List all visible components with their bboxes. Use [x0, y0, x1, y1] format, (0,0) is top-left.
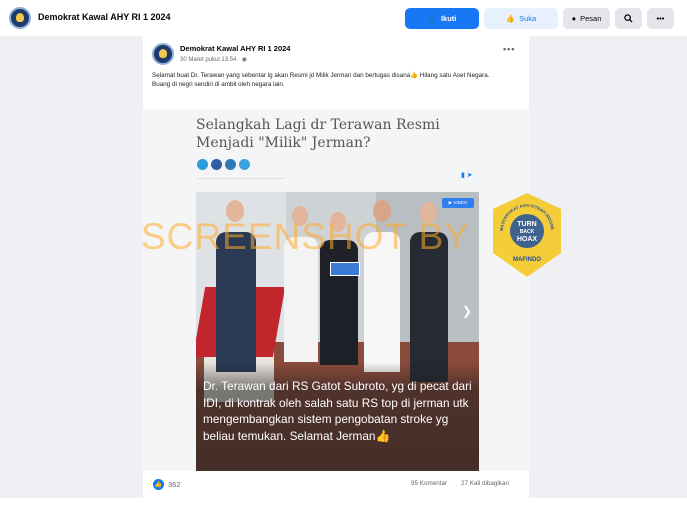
- article-share-icons: [197, 159, 250, 170]
- like-reaction-icon: 👍: [153, 479, 164, 490]
- search-button[interactable]: [615, 8, 642, 29]
- photo-certificate: [330, 262, 360, 276]
- message-button[interactable]: ● Pesan: [563, 8, 610, 29]
- more-icon: •••: [656, 14, 665, 23]
- facebook-icon: [211, 159, 222, 170]
- post-time-text: 30 Maret pukul 13.54 ·: [180, 57, 241, 63]
- screenshot-watermark: SCREENSHOT BY: [141, 216, 470, 257]
- photo-overlay-text: Dr. Terawan dari RS Gatot Subroto, yg di…: [203, 379, 472, 443]
- more-options-button[interactable]: •••: [647, 8, 674, 29]
- like-count[interactable]: 362: [168, 480, 181, 489]
- post-author-name[interactable]: Demokrat Kawal AHY RI 1 2024: [180, 44, 290, 53]
- follow-label: Ikuti: [440, 14, 457, 23]
- share-count[interactable]: 27 Kali dibagikan: [461, 480, 509, 487]
- post-author-avatar[interactable]: [152, 43, 174, 65]
- globe-icon: ◉: [241, 57, 247, 63]
- chevron-right-icon: ❯: [462, 304, 473, 318]
- comment-count[interactable]: 95 Komentar: [411, 480, 447, 487]
- caption-line-1: Selamat buat Dr. Terawan yang sebentar l…: [152, 72, 490, 79]
- thumbs-up-icon: 👍: [505, 14, 516, 23]
- shared-image[interactable]: Selangkah Lagi dr Terawan Resmi Menjadi …: [143, 109, 529, 471]
- caption-line-2: Buang di negri sendiri di ambil oleh neg…: [152, 80, 285, 88]
- article-meta-row: ——————————————————————: [197, 175, 285, 180]
- messenger-icon: ●: [571, 14, 577, 23]
- like-page-label: Suka: [519, 14, 537, 23]
- turnbackhoax-badge: MASYARAKAT ANTI FITNAH INDONESIA TURN BA…: [491, 191, 561, 277]
- search-icon: [624, 14, 633, 23]
- message-label: Pesan: [580, 14, 602, 23]
- page-avatar[interactable]: [9, 7, 31, 29]
- linkedin-icon: [225, 159, 236, 170]
- photo-person-3: [320, 240, 358, 365]
- post-footer: 👍 362 95 Komentar 27 Kali dibagikan: [143, 471, 529, 498]
- badge-line-1: TURN: [517, 221, 536, 228]
- badge-line-3: HOAX: [517, 236, 538, 243]
- badge-line-2: BACK: [520, 229, 535, 235]
- post-timestamp[interactable]: 30 Maret pukul 13.54 · ◉: [180, 56, 247, 63]
- post-card: Demokrat Kawal AHY RI 1 2024 30 Maret pu…: [143, 36, 529, 498]
- video-tag: ▶ VIDEO: [442, 198, 474, 208]
- twitter-icon: [197, 159, 208, 170]
- follow-icon: 👤: [427, 14, 437, 23]
- post-menu-button[interactable]: •••: [503, 44, 515, 54]
- badge-bottom-text: MAFINDO: [513, 257, 541, 263]
- page-name[interactable]: Demokrat Kawal AHY RI 1 2024: [38, 12, 171, 22]
- article-title: Selangkah Lagi dr Terawan Resmi Menjadi …: [196, 117, 440, 151]
- telegram-icon: [239, 159, 250, 170]
- follow-button[interactable]: 👤 Ikuti: [405, 8, 479, 29]
- page-header: Demokrat Kawal AHY RI 1 2024 👤 Ikuti 👍 S…: [0, 0, 687, 36]
- like-page-button[interactable]: 👍 Suka: [484, 8, 558, 29]
- post-caption: Selamat buat Dr. Terawan yang sebentar l…: [152, 72, 522, 89]
- article-bookmark-icon: ▮ ➤: [461, 172, 473, 179]
